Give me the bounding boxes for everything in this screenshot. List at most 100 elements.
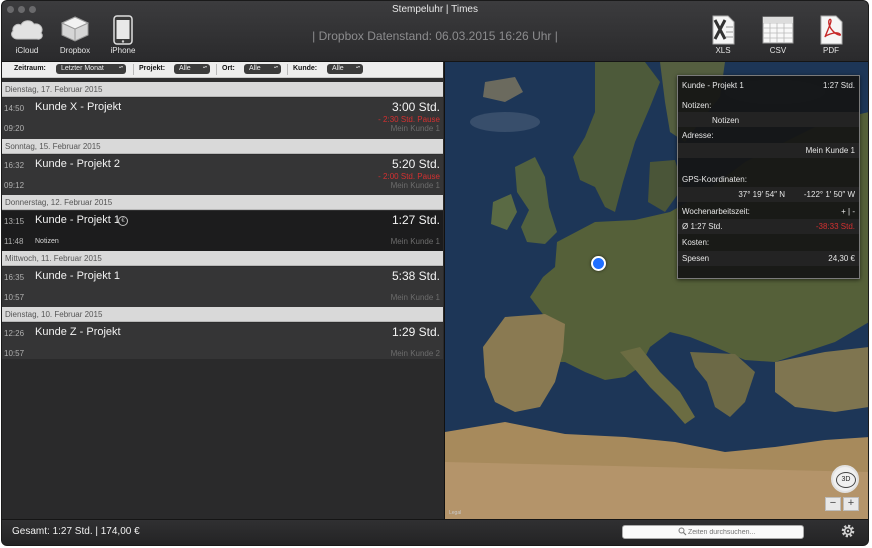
total-summary: Gesamt: 1:27 Std. | 174,00 € xyxy=(12,526,140,537)
detail-costs-row: Kosten: xyxy=(678,236,859,250)
entry-duration: 1:29 Std. xyxy=(391,325,440,339)
search-input[interactable] xyxy=(688,526,798,538)
dropbox-label: Dropbox xyxy=(59,46,91,55)
entry-detail-panel: Kunde - Projekt 1 1:27 Std. Notizen: Not… xyxy=(677,75,860,279)
entry-client: Mein Kunde 1 xyxy=(390,181,440,190)
filter-divider xyxy=(287,64,288,75)
entry-end-time: 10:57 xyxy=(4,293,25,302)
entry-title: Kunde - Projekt 1 xyxy=(35,270,120,282)
csv-label: CSV xyxy=(769,46,787,55)
map-view[interactable]: Legal Kunde - Projekt 1 1:27 Std. Notize… xyxy=(444,62,868,519)
detail-notes-value-row[interactable]: Notizen xyxy=(678,114,859,128)
export-csv-button[interactable]: CSV xyxy=(756,15,800,57)
location-pin[interactable] xyxy=(591,256,606,271)
filter-divider xyxy=(216,64,217,75)
entry-start-time: 12:26 xyxy=(4,329,25,338)
day-header: Dienstag, 10. Februar 2015 xyxy=(2,307,443,322)
xls-label: XLS xyxy=(715,46,731,55)
entry-title: Kunde Z - Projekt xyxy=(35,326,121,338)
iphone-label: iPhone xyxy=(110,46,136,55)
entry-duration: 1:27 Std. xyxy=(391,213,440,227)
gps-label: GPS-Koordinaten: xyxy=(682,175,747,184)
detail-address-row: Adresse: xyxy=(678,129,859,143)
toolbar: Stempeluhr | Times iCloud Dropbox iPhone xyxy=(2,1,868,62)
gps-latitude: 37° 19′ 54″ N xyxy=(738,190,785,199)
entry-title: Kunde - Projekt 1 xyxy=(35,214,120,226)
ort-label: Ort: xyxy=(222,65,235,72)
weekly-hours-controls[interactable]: + | - xyxy=(841,205,855,219)
detail-header: Kunde - Projekt 1 1:27 Std. xyxy=(678,79,859,93)
entry-client: Mein Kunde 2 xyxy=(390,349,440,358)
map-legal-link[interactable]: Legal xyxy=(449,510,461,516)
search-icon xyxy=(678,527,687,536)
weekly-hours-label: Wochenarbeitszeit: xyxy=(682,207,750,216)
gps-longitude: -122° 1′ 50″ W xyxy=(803,190,855,199)
entry-start-time: 13:15 xyxy=(4,217,25,226)
map-3d-button[interactable]: 3D xyxy=(831,465,859,493)
zoom-out-button[interactable]: − xyxy=(825,497,841,511)
expenses-value: 24,30 € xyxy=(828,254,855,263)
day-header: Sonntag, 15. Februar 2015 xyxy=(2,139,443,154)
entry-title: Kunde - Projekt 2 xyxy=(35,158,120,170)
list-empty-area xyxy=(2,359,443,519)
zoom-in-button[interactable]: + xyxy=(843,497,859,511)
detail-week-row: Wochenarbeitszeit: + | - xyxy=(678,205,859,219)
kunde-label: Kunde: xyxy=(293,65,318,72)
xls-icon xyxy=(712,15,735,45)
average-label: Ø 1:27 Std. xyxy=(682,222,723,231)
entry-pause: - 2:30 Std. Pause xyxy=(378,115,440,124)
detail-title: Kunde - Projekt 1 xyxy=(682,81,744,90)
address-value[interactable]: Mein Kunde 1 xyxy=(806,144,855,158)
entry-end-time: 09:12 xyxy=(4,181,25,190)
entry-client: Mein Kunde 1 xyxy=(390,237,440,246)
day-header: Donnerstag, 12. Februar 2015 xyxy=(2,195,443,210)
zeitraum-select[interactable]: Letzter Monat xyxy=(56,64,126,74)
export-pdf-button[interactable]: PDF xyxy=(809,15,853,57)
entry-client: Mein Kunde 1 xyxy=(390,124,440,133)
entry-start-time: 16:32 xyxy=(4,161,25,170)
search-field[interactable] xyxy=(622,525,804,539)
time-entry-row[interactable]: 16:32 09:12 Kunde - Projekt 2 5:20 Std. … xyxy=(2,155,443,196)
export-xls-button[interactable]: XLS xyxy=(701,15,745,57)
entry-start-time: 16:35 xyxy=(4,273,25,282)
zeitraum-label: Zeitraum: xyxy=(14,65,46,72)
notes-value[interactable]: Notizen xyxy=(712,114,739,128)
address-label: Adresse: xyxy=(682,131,714,140)
entry-duration: 5:38 Std. xyxy=(391,269,440,283)
time-entry-list: Dienstag, 17. Februar 2015 14:50 09:20 K… xyxy=(2,78,443,519)
notes-label: Notizen: xyxy=(682,101,712,110)
time-entry-row[interactable]: 14:50 09:20 Kunde X - Projekt 3:00 Std. … xyxy=(2,98,443,139)
projekt-select[interactable]: Alle xyxy=(174,64,210,74)
detail-address-value-row[interactable]: Mein Kunde 1 xyxy=(678,144,859,158)
status-bar: Gesamt: 1:27 Std. | 174,00 € xyxy=(2,519,868,545)
expenses-label: Spesen xyxy=(682,254,710,263)
day-header: Dienstag, 17. Februar 2015 xyxy=(2,82,443,97)
entry-end-time: 10:57 xyxy=(4,349,25,358)
entry-duration: 3:00 Std. xyxy=(391,100,440,114)
gear-icon[interactable] xyxy=(840,523,856,539)
kunde-select[interactable]: Alle xyxy=(327,64,363,74)
entry-start-time: 14:50 xyxy=(4,104,25,113)
time-entry-row-selected[interactable]: 13:15 11:48 Kunde - Projekt 1 € Notizen … xyxy=(2,211,443,252)
entry-pause: - 2:00 Std. Pause xyxy=(378,172,440,181)
ort-select[interactable]: Alle xyxy=(244,64,281,74)
entry-end-time: 09:20 xyxy=(4,124,25,133)
filter-bar: Zeitraum: Letzter Monat Projekt: Alle Or… xyxy=(2,62,443,78)
time-entry-row[interactable]: 12:26 10:57 Kunde Z - Projekt 1:29 Std. … xyxy=(2,323,443,364)
detail-gps-row: GPS-Koordinaten: xyxy=(678,173,859,187)
day-header: Mittwoch, 11. Februar 2015 xyxy=(2,251,443,266)
window-title: Stempeluhr | Times xyxy=(392,4,478,15)
detail-average-row: Ø 1:27 Std. -38:33 Std. xyxy=(678,220,859,234)
app-window: Stempeluhr | Times iCloud Dropbox iPhone xyxy=(2,1,868,545)
entry-end-time: 11:48 xyxy=(4,237,24,246)
entry-duration: 5:20 Std. xyxy=(391,157,440,171)
pdf-icon xyxy=(820,15,843,45)
projekt-label: Projekt: xyxy=(139,65,166,72)
pdf-label: PDF xyxy=(823,46,839,55)
time-entry-row[interactable]: 16:35 10:57 Kunde - Projekt 1 5:38 Std. … xyxy=(2,267,443,308)
detail-expenses-row[interactable]: Spesen 24,30 € xyxy=(678,252,859,266)
entry-title: Kunde X - Projekt xyxy=(35,101,122,113)
expense-info-icon[interactable]: € xyxy=(118,216,128,226)
detail-gps-value-row: 37° 19′ 54″ N -122° 1′ 50″ W xyxy=(678,188,859,202)
detail-duration: 1:27 Std. xyxy=(822,81,855,90)
